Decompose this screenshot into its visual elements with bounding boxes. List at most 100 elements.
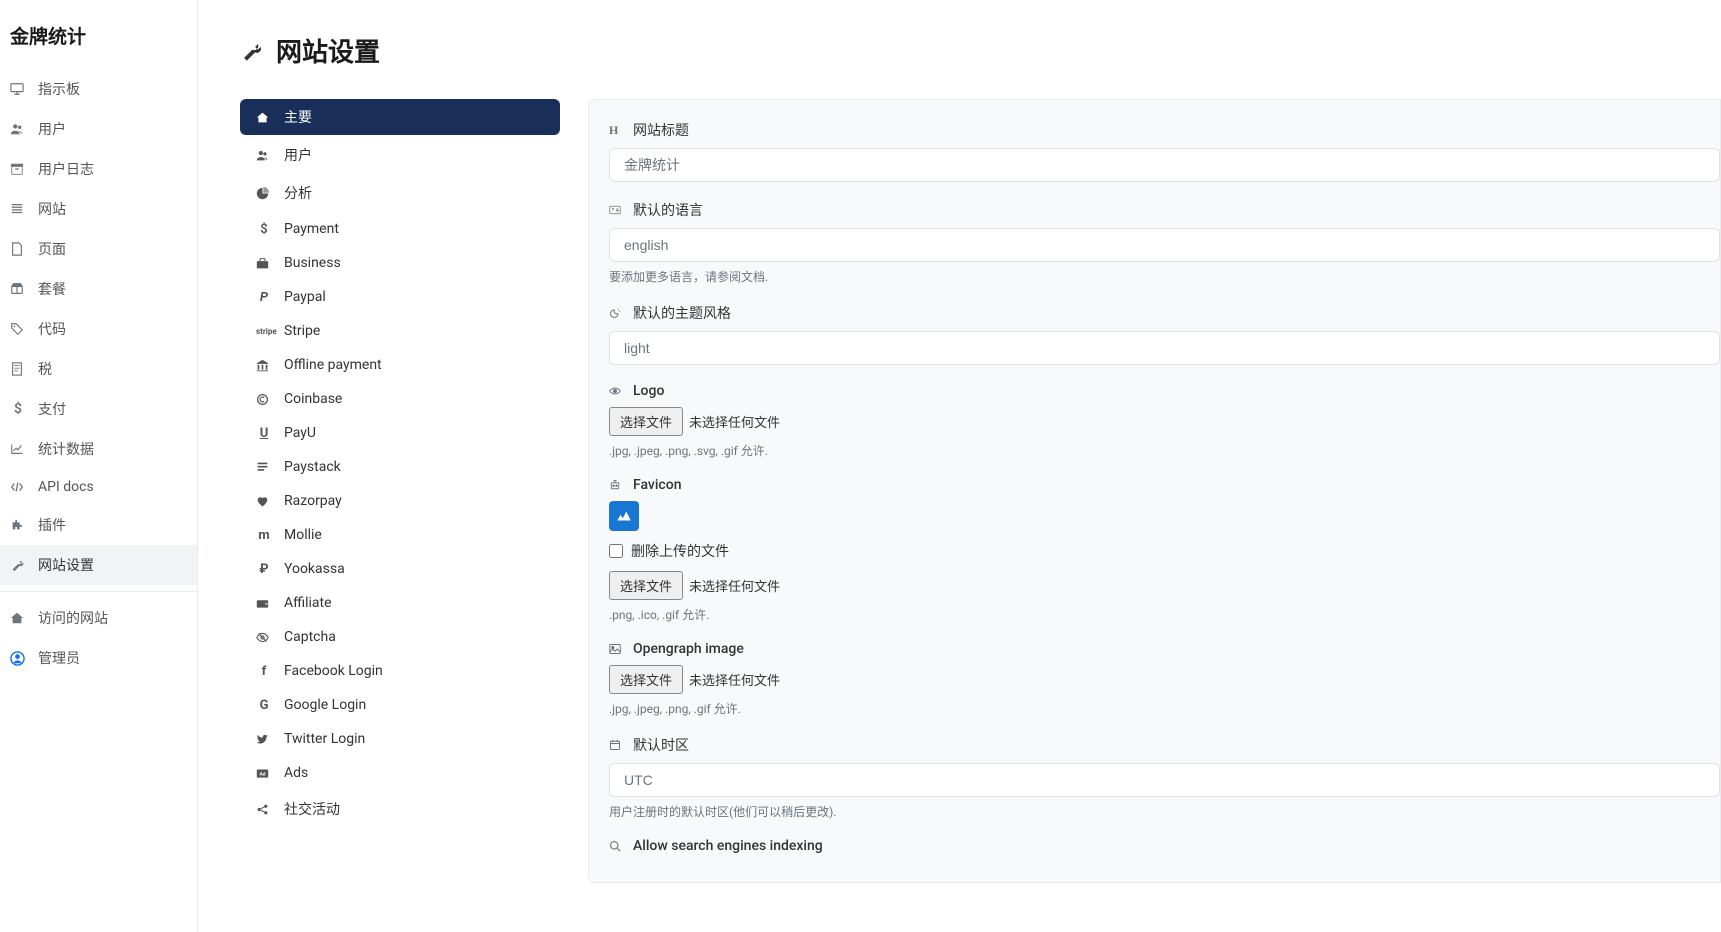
logo-file-button[interactable]: 选择文件 (609, 407, 683, 436)
sidebar-item-websites[interactable]: 网站 (0, 189, 197, 229)
sidebar-item-label: 代码 (38, 319, 66, 339)
tab-offline[interactable]: Offline payment (240, 349, 560, 381)
page-title: 网站设置 (276, 32, 380, 69)
home-icon (10, 611, 26, 625)
field-language: 默认的语言 要添加更多语言，请参阅文档. (609, 200, 1720, 285)
tab-business[interactable]: Business (240, 247, 560, 279)
tab-paystack[interactable]: Paystack (240, 451, 560, 483)
bank-icon (256, 359, 272, 372)
sidebar-item-label: 插件 (38, 515, 66, 535)
tab-twitter[interactable]: Twitter Login (240, 723, 560, 755)
page-header: 网站设置 (240, 32, 1721, 69)
briefcase-icon (256, 257, 272, 270)
tab-stripe[interactable]: stripeStripe (240, 315, 560, 347)
field-label: 默认的主题风格 (633, 303, 731, 323)
tab-label: Razorpay (284, 493, 342, 509)
sidebar-item-userlogs[interactable]: 用户日志 (0, 149, 197, 189)
field-label: 默认的语言 (633, 200, 703, 220)
tab-affiliate[interactable]: Affiliate (240, 587, 560, 619)
favicon-preview (609, 501, 639, 531)
tab-captcha[interactable]: Captcha (240, 621, 560, 653)
heading-icon: H (609, 123, 623, 138)
sidebar-item-codes[interactable]: 代码 (0, 309, 197, 349)
field-favicon: Favicon 删除上传的文件 选择文件 未选择任何文件 .png, .ico,… (609, 477, 1720, 623)
paystack-icon (256, 461, 272, 474)
tab-google[interactable]: GGoogle Login (240, 689, 560, 721)
favicon-file-button[interactable]: 选择文件 (609, 571, 683, 600)
tab-label: Payment (284, 221, 339, 237)
mollie-icon: m (256, 528, 272, 543)
sidebar-item-label: API docs (38, 479, 94, 495)
sidebar-item-api[interactable]: API docs (0, 469, 197, 505)
tab-coinbase[interactable]: Coinbase (240, 383, 560, 415)
field-label: 默认时区 (633, 735, 689, 755)
svg-text:Ad: Ad (259, 771, 265, 777)
opengraph-file-status: 未选择任何文件 (689, 670, 780, 689)
sidebar-item-label: 统计数据 (38, 439, 94, 459)
dollar-icon: $ (256, 222, 272, 237)
tab-label: PayU (284, 425, 316, 441)
sidebar-item-label: 页面 (38, 239, 66, 259)
opengraph-file-button[interactable]: 选择文件 (609, 665, 683, 694)
tab-main[interactable]: 主要 (240, 99, 560, 135)
field-hint: 要添加更多语言，请参阅文档. (609, 268, 1720, 285)
tab-users[interactable]: 用户 (240, 137, 560, 173)
sidebar-item-dashboard[interactable]: 指示板 (0, 69, 197, 109)
stripe-icon: stripe (256, 327, 272, 336)
calendar-icon (609, 739, 623, 751)
tab-mollie[interactable]: mMollie (240, 519, 560, 551)
tab-paypal[interactable]: PPaypal (240, 281, 560, 313)
tab-ads[interactable]: Ad Ads (240, 757, 560, 789)
favicon-delete-checkbox[interactable] (609, 544, 623, 558)
sidebar-item-label: 管理员 (38, 648, 80, 668)
theme-input[interactable] (609, 331, 1720, 365)
robot-icon (609, 479, 623, 491)
sidebar-item-tax[interactable]: 税 (0, 349, 197, 389)
heart-icon (256, 495, 272, 508)
eye-icon (609, 385, 623, 397)
tab-label: Ads (284, 765, 308, 781)
code-icon (10, 480, 26, 494)
search-icon (609, 840, 623, 852)
favicon-file-status: 未选择任何文件 (689, 576, 780, 595)
logo-file-status: 未选择任何文件 (689, 412, 780, 431)
twitter-icon (256, 733, 272, 746)
sidebar-item-label: 套餐 (38, 279, 66, 299)
sidebar-item-pages[interactable]: 页面 (0, 229, 197, 269)
dollar-icon: $ (10, 401, 26, 417)
app-title: 金牌统计 (0, 0, 197, 69)
sidebar-item-settings[interactable]: 网站设置 (0, 545, 197, 585)
sidebar-item-admin[interactable]: 管理员 (0, 638, 197, 678)
users-icon (256, 149, 272, 162)
language-input[interactable] (609, 228, 1720, 262)
sidebar-item-visit-site[interactable]: 访问的网站 (0, 598, 197, 638)
tab-social[interactable]: 社交活动 (240, 791, 560, 827)
sidebar-item-plugins[interactable]: 插件 (0, 505, 197, 545)
paypal-icon: P (256, 290, 272, 305)
sidebar-item-plans[interactable]: 套餐 (0, 269, 197, 309)
tab-payu[interactable]: UPayU (240, 417, 560, 449)
tab-facebook[interactable]: fFacebook Login (240, 655, 560, 687)
sidebar-item-payments[interactable]: $ 支付 (0, 389, 197, 429)
desktop-icon (10, 82, 26, 96)
chart-pie-icon (256, 187, 272, 200)
tab-analytics[interactable]: 分析 (240, 175, 560, 211)
receipt-icon (10, 362, 26, 376)
title-input[interactable] (609, 148, 1720, 182)
tab-label: Affiliate (284, 595, 332, 611)
field-label: Favicon (633, 477, 681, 493)
tab-payment[interactable]: $ Payment (240, 213, 560, 245)
field-hint: .jpg, .jpeg, .png, .gif 允许. (609, 700, 1720, 717)
field-label: Allow search engines indexing (633, 838, 823, 854)
tab-label: 用户 (284, 145, 312, 165)
sidebar-item-users[interactable]: 用户 (0, 109, 197, 149)
tab-yookassa[interactable]: ₽Yookassa (240, 553, 560, 585)
coin-icon (256, 393, 272, 406)
favicon-delete-label: 删除上传的文件 (631, 541, 729, 561)
sidebar-item-stats[interactable]: 统计数据 (0, 429, 197, 469)
settings-tabs: 主要 用户 分析 $ Payment Business PPaypal strip… (240, 99, 560, 829)
tab-razorpay[interactable]: Razorpay (240, 485, 560, 517)
moon-icon (609, 307, 623, 319)
timezone-input[interactable] (609, 763, 1720, 797)
sidebar-item-label: 用户日志 (38, 159, 94, 179)
